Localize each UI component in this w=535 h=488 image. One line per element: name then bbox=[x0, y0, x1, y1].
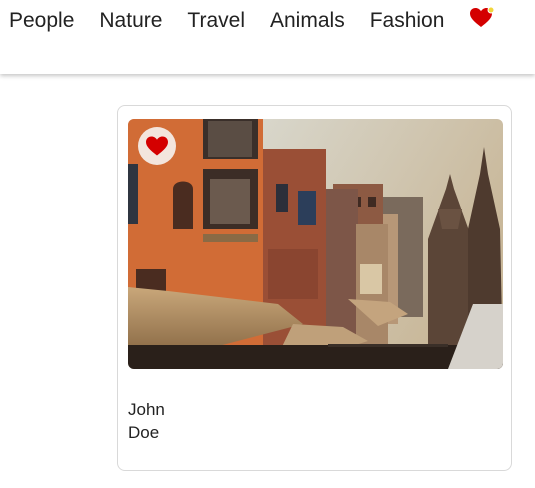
nav-item-travel[interactable]: Travel bbox=[187, 8, 245, 34]
favorites-indicator bbox=[487, 6, 495, 14]
photo-card[interactable]: John Doe bbox=[117, 105, 512, 471]
author-name: John Doe bbox=[128, 398, 165, 444]
card-photo[interactable] bbox=[128, 119, 503, 369]
author-last-name: Doe bbox=[128, 423, 160, 442]
favorites-button[interactable] bbox=[469, 6, 495, 30]
nav-item-animals[interactable]: Animals bbox=[270, 8, 345, 34]
nav-item-people[interactable]: People bbox=[9, 8, 74, 34]
author-first-name: John bbox=[128, 400, 165, 419]
photo-city-street bbox=[128, 119, 503, 369]
nav-item-fashion[interactable]: Fashion bbox=[370, 8, 445, 34]
top-navigation: People Nature Travel Animals Fashion bbox=[0, 0, 535, 74]
like-button[interactable] bbox=[138, 127, 176, 165]
category-nav: People Nature Travel Animals Fashion bbox=[9, 6, 495, 34]
heart-icon bbox=[146, 136, 168, 156]
nav-item-nature[interactable]: Nature bbox=[99, 8, 162, 34]
heart-icon bbox=[470, 6, 495, 27]
